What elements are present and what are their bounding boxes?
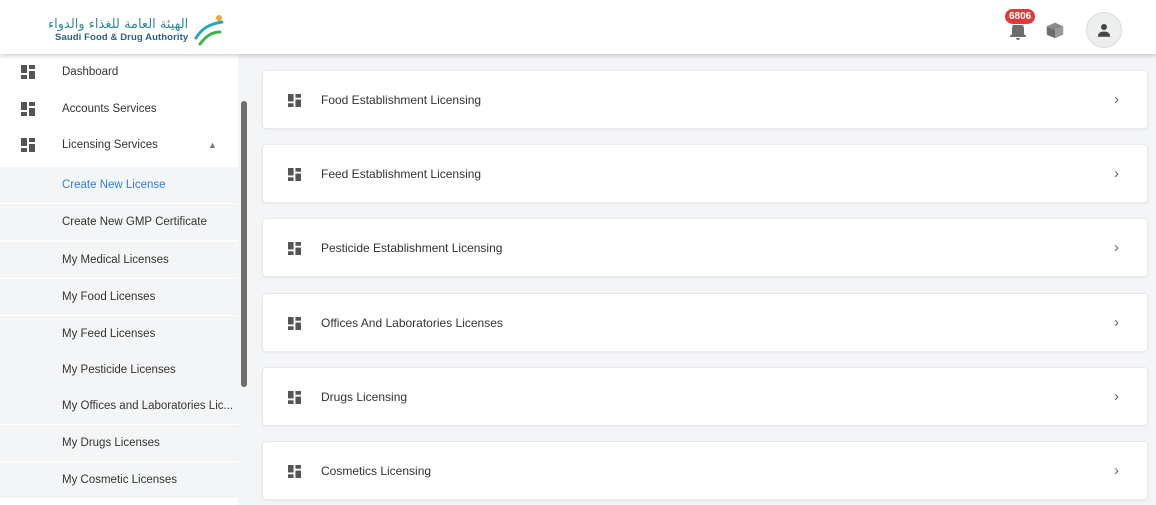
chevron-right-icon: › bbox=[1114, 462, 1119, 479]
sidebar-subitem-label: Create New GMP Certificate bbox=[62, 216, 207, 228]
dashboard-icon bbox=[288, 317, 301, 330]
sidebar-item-accounts-services[interactable]: Accounts Services bbox=[0, 91, 238, 127]
sidebar-subitem-label: My Cosmetic Licenses bbox=[62, 474, 178, 486]
sidebar-subitem-label: My Food Licenses bbox=[62, 291, 156, 303]
dashboard-icon bbox=[288, 94, 301, 107]
sidebar-item-label: Licensing Services bbox=[62, 139, 158, 151]
sidebar-item-licensing-services[interactable]: Licensing Services ▲ bbox=[0, 127, 238, 163]
dashboard-icon bbox=[21, 65, 35, 79]
package-icon[interactable] bbox=[1044, 19, 1066, 41]
dashboard-icon bbox=[288, 391, 301, 404]
chevron-up-icon[interactable]: ▲ bbox=[208, 140, 217, 150]
user-icon bbox=[1098, 24, 1110, 37]
dashboard-icon bbox=[288, 242, 301, 255]
card-label: Offices And Laboratories Licenses bbox=[321, 315, 503, 330]
sidebar-subitem-my-feed-licenses[interactable]: My Feed Licenses bbox=[0, 316, 238, 352]
sidebar-subitem-label: My Pesticide Licenses bbox=[62, 364, 176, 376]
sidebar-subitem-label: My Feed Licenses bbox=[62, 328, 156, 340]
card-cosmetics-licensing[interactable]: Cosmetics Licensing › bbox=[262, 441, 1148, 500]
sidebar-item-dashboard[interactable]: Dashboard bbox=[0, 54, 238, 90]
chevron-right-icon: › bbox=[1114, 388, 1119, 405]
card-label: Feed Establishment Licensing bbox=[321, 166, 482, 181]
chevron-right-icon: › bbox=[1114, 91, 1119, 108]
sfda-logo[interactable]: الهيئة العامة للغذاء والدواء Saudi Food … bbox=[48, 14, 226, 48]
sidebar: Dashboard Accounts Services Licensing Se… bbox=[0, 54, 238, 505]
card-label: Drugs Licensing bbox=[321, 389, 408, 404]
chevron-right-icon: › bbox=[1114, 239, 1119, 256]
notification-bell[interactable]: 6806 bbox=[1004, 8, 1037, 42]
top-header: الهيئة العامة للغذاء والدواء Saudi Food … bbox=[0, 0, 1156, 54]
card-pesticide-establishment-licensing[interactable]: Pesticide Establishment Licensing › bbox=[262, 218, 1148, 277]
logo-arabic-text: الهيئة العامة للغذاء والدواء bbox=[48, 17, 189, 32]
chevron-right-icon: › bbox=[1114, 314, 1119, 331]
notification-count-badge: 6806 bbox=[1004, 8, 1037, 25]
logo-text: الهيئة العامة للغذاء والدواء Saudi Food … bbox=[48, 18, 188, 44]
sidebar-item-label: Dashboard bbox=[62, 66, 119, 78]
logo-english-text: Saudi Food & Drug Authority bbox=[55, 32, 189, 43]
card-label: Food Establishment Licensing bbox=[321, 92, 482, 107]
sidebar-subitem-label: My Offices and Laboratories Lic... bbox=[62, 400, 234, 412]
sidebar-subitem-my-pesticide-licenses[interactable]: My Pesticide Licenses bbox=[0, 352, 238, 388]
card-label: Pesticide Establishment Licensing bbox=[321, 240, 503, 255]
sidebar-subitem-create-new-license[interactable]: Create New License bbox=[0, 167, 238, 203]
card-offices-laboratories-licenses[interactable]: Offices And Laboratories Licenses › bbox=[262, 293, 1148, 352]
sfda-logo-mark-icon bbox=[194, 15, 224, 46]
card-label: Cosmetics Licensing bbox=[321, 463, 432, 478]
dashboard-icon bbox=[288, 465, 301, 478]
chevron-right-icon: › bbox=[1114, 165, 1119, 182]
sidebar-subitem-label: My Drugs Licenses bbox=[62, 437, 160, 449]
dashboard-icon bbox=[21, 138, 35, 152]
card-food-establishment-licensing[interactable]: Food Establishment Licensing › bbox=[262, 70, 1148, 129]
sidebar-subitem-create-gmp-certificate[interactable]: Create New GMP Certificate bbox=[0, 204, 238, 240]
sidebar-subitem-label: Create New License bbox=[62, 179, 166, 191]
sidebar-subitem-my-medical-licenses[interactable]: My Medical Licenses bbox=[0, 242, 238, 278]
sidebar-subitem-my-offices-laboratories-licenses[interactable]: My Offices and Laboratories Lic... bbox=[0, 388, 238, 424]
sidebar-subitem-my-cosmetic-licenses[interactable]: My Cosmetic Licenses bbox=[0, 462, 238, 498]
sidebar-subitem-my-drugs-licenses[interactable]: My Drugs Licenses bbox=[0, 425, 238, 461]
sidebar-scrollbar[interactable] bbox=[241, 101, 247, 387]
card-feed-establishment-licensing[interactable]: Feed Establishment Licensing › bbox=[262, 144, 1148, 203]
card-drugs-licensing[interactable]: Drugs Licensing › bbox=[262, 367, 1148, 426]
sidebar-subitem-my-food-licenses[interactable]: My Food Licenses bbox=[0, 279, 238, 315]
user-avatar[interactable] bbox=[1086, 12, 1122, 48]
sidebar-subitem-label: My Medical Licenses bbox=[62, 254, 169, 266]
dashboard-icon bbox=[288, 168, 301, 181]
sidebar-item-label: Accounts Services bbox=[62, 103, 157, 115]
dashboard-icon bbox=[21, 102, 35, 116]
